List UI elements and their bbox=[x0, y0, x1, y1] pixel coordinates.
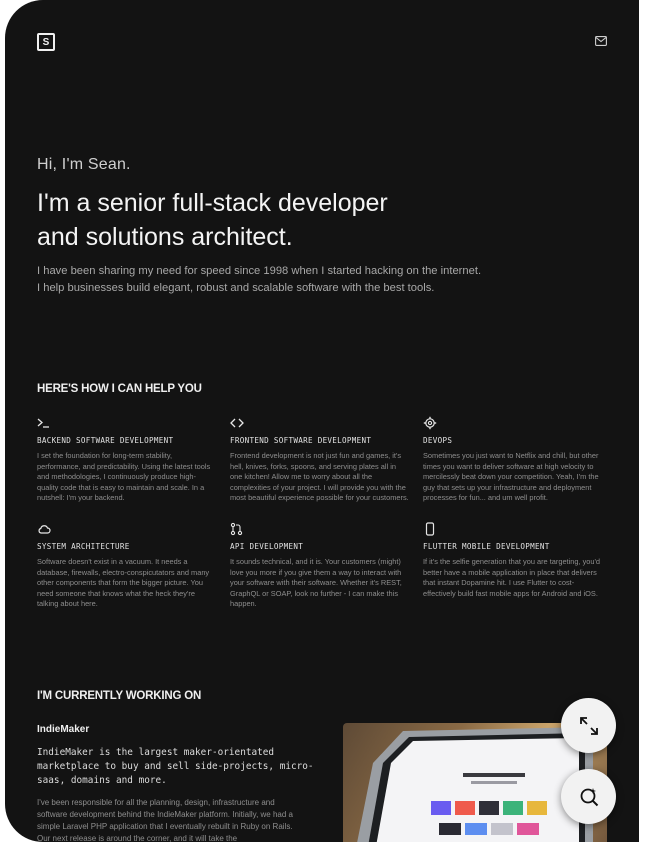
service-title: DEVOPS bbox=[423, 436, 453, 445]
working-title: I'M CURRENTLY WORKING ON bbox=[37, 690, 202, 702]
ai-search-button[interactable] bbox=[561, 769, 616, 824]
service-desc: If it's the selfie generation that you a… bbox=[423, 557, 601, 598]
headline: I'm a senior full-stack developer and so… bbox=[37, 186, 477, 254]
ai-search-icon bbox=[580, 787, 598, 806]
git-pull-icon bbox=[230, 522, 243, 536]
service-desc: Sometimes you just want to Netflix and c… bbox=[423, 451, 599, 502]
service-title: BACKEND SOFTWARE DEVELOPMENT bbox=[37, 436, 174, 445]
project-tagline: IndieMaker is the largest maker-orientat… bbox=[37, 747, 314, 786]
service-title: FRONTEND SOFTWARE DEVELOPMENT bbox=[230, 436, 372, 445]
mail-icon[interactable] bbox=[595, 36, 607, 46]
headline-line-1: I'm a senior full-stack developer bbox=[37, 189, 388, 217]
service-architecture: SYSTEM ARCHITECTURE Software doesn't exi… bbox=[37, 522, 217, 610]
headline-line-2: and solutions architect. bbox=[37, 223, 293, 251]
service-desc: Software doesn't exist in a vacuum. It n… bbox=[37, 557, 210, 608]
intro-text: I have been sharing my need for speed si… bbox=[37, 265, 482, 294]
service-desc: Frontend development is not just fun and… bbox=[230, 451, 409, 502]
service-frontend: FRONTEND SOFTWARE DEVELOPMENT Frontend d… bbox=[230, 416, 410, 504]
service-desc: I set the foundation for long-term stabi… bbox=[37, 451, 211, 502]
logo[interactable]: S bbox=[37, 33, 55, 51]
project-name[interactable]: IndieMaker bbox=[37, 724, 89, 735]
project-description: I've been responsible for all the planni… bbox=[37, 798, 293, 842]
cloud-icon bbox=[38, 525, 51, 534]
expand-icon bbox=[579, 716, 598, 735]
service-api: API DEVELOPMENT It sounds technical, and… bbox=[230, 522, 410, 610]
service-desc: It sounds technical, and it is. Your cus… bbox=[230, 557, 402, 608]
gear-icon bbox=[423, 416, 437, 430]
service-devops: DEVOPS Sometimes you just want to Netfli… bbox=[423, 416, 603, 504]
logo-letter: S bbox=[42, 36, 50, 48]
page: S Hi, I'm Sean. I'm a senior full-stack … bbox=[5, 0, 639, 842]
service-title: FLUTTER MOBILE DEVELOPMENT bbox=[423, 542, 550, 551]
phone-icon bbox=[425, 522, 435, 536]
service-flutter: FLUTTER MOBILE DEVELOPMENT If it's the s… bbox=[423, 522, 603, 599]
code-icon bbox=[230, 418, 244, 428]
services-title: HERE'S HOW I CAN HELP YOU bbox=[37, 383, 202, 395]
service-backend: BACKEND SOFTWARE DEVELOPMENT I set the f… bbox=[37, 416, 217, 504]
service-title: SYSTEM ARCHITECTURE bbox=[37, 542, 130, 551]
terminal-icon bbox=[37, 418, 49, 428]
service-title: API DEVELOPMENT bbox=[230, 542, 304, 551]
expand-button[interactable] bbox=[561, 698, 616, 753]
greeting: Hi, I'm Sean. bbox=[37, 156, 131, 173]
